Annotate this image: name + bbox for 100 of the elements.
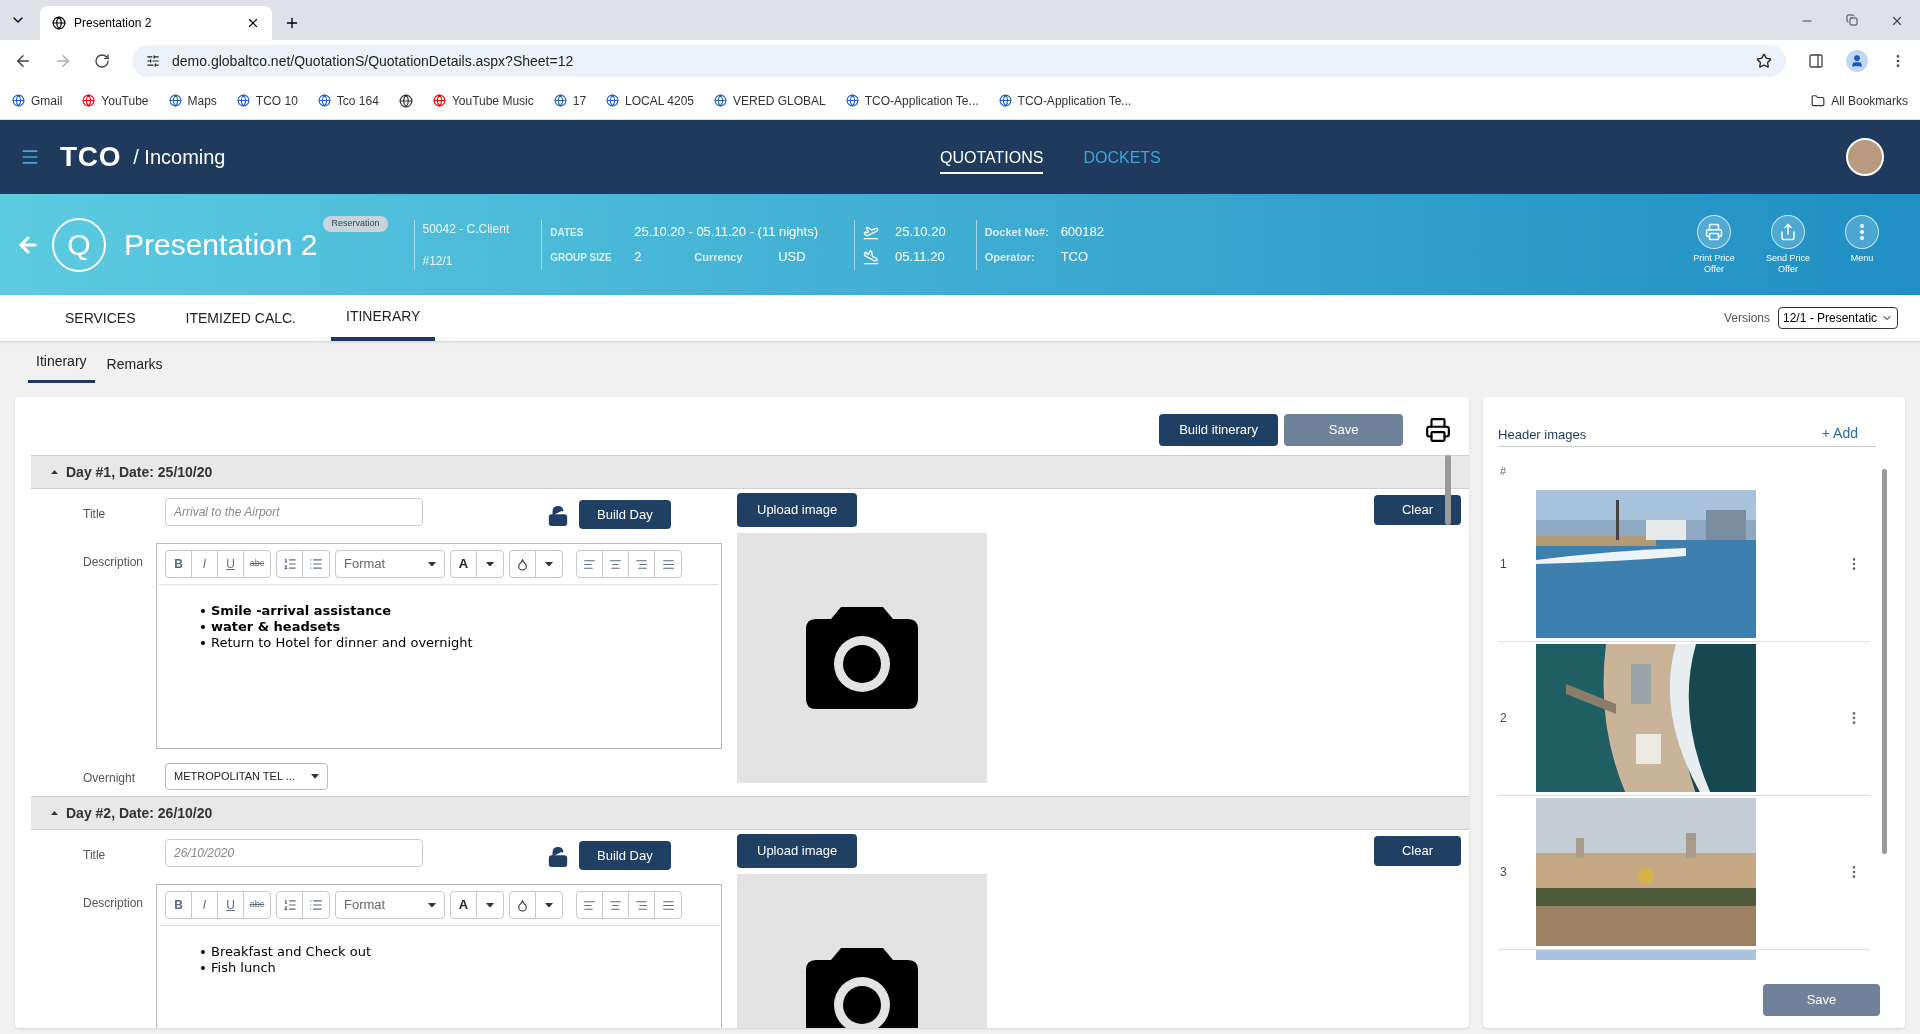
browser-tab[interactable]: Presentation 2 — [40, 6, 272, 40]
title-field[interactable]: 26/10/2020 — [165, 839, 423, 867]
upload-image-button[interactable]: Upload image — [737, 493, 858, 527]
build-day-button[interactable]: Build Day — [579, 500, 671, 529]
bookmark-link[interactable]: Maps — [168, 91, 217, 110]
close-icon[interactable] — [246, 16, 260, 30]
bold-button[interactable]: B — [166, 892, 192, 918]
image-placeholder[interactable] — [737, 533, 987, 783]
site-icon — [82, 94, 96, 107]
caret-icon — [428, 902, 436, 908]
sub-tab[interactable]: Itinerary — [28, 351, 95, 383]
menu-icon[interactable] — [20, 147, 40, 167]
italic-button[interactable]: I — [192, 892, 218, 918]
clear-button[interactable]: Clear — [1374, 495, 1462, 525]
panel-title: Header images — [1498, 425, 1587, 444]
all-bookmarks-link[interactable]: All Bookmarks — [1811, 91, 1908, 110]
description-editor[interactable]: B I U abc Format A Smile -arrival assistance water & headsets Return to Hotel for dinner and overnight — [156, 543, 722, 749]
bold-button[interactable]: B — [166, 551, 192, 577]
user-avatar[interactable] — [1846, 138, 1884, 176]
strikethrough-button[interactable]: abc — [244, 892, 270, 918]
side-panel-icon[interactable] — [1808, 53, 1824, 69]
day-header[interactable]: Day #2, Date: 26/10/20 — [31, 796, 1470, 830]
bookmark-link[interactable]: Gmail — [12, 91, 63, 110]
address-bar[interactable]: demo.globaltco.net/QuotationS/QuotationDetails.aspx?Sheet=12 — [132, 45, 1786, 77]
bookmark-link[interactable]: VERED GLOBAL — [714, 91, 826, 110]
reload-icon[interactable] — [94, 53, 110, 69]
caret-icon — [51, 810, 58, 816]
add-link[interactable]: + Add — [1821, 423, 1858, 444]
align-justify-icon — [661, 898, 675, 912]
save-button[interactable]: Save — [1284, 414, 1404, 446]
row-number: 3 — [1499, 864, 1508, 881]
site-icon — [553, 94, 567, 107]
align-right-icon — [635, 557, 648, 571]
site-icon — [432, 94, 446, 107]
caret-icon — [428, 561, 436, 567]
overnight-dropdown[interactable]: METROPOLITAN TEL ... — [165, 763, 328, 790]
versions-dropdown[interactable]: 12/1 - Presentatic — [1778, 307, 1898, 329]
unlock-icon[interactable] — [547, 505, 569, 527]
back-icon[interactable] — [14, 52, 32, 70]
scrollbar[interactable] — [1445, 455, 1452, 525]
site-icon — [845, 94, 859, 107]
numbered-list-icon — [282, 557, 297, 571]
field-label: DATES — [550, 225, 585, 240]
clear-button[interactable]: Clear — [1374, 836, 1462, 866]
underline-button[interactable]: U — [218, 551, 244, 577]
bookmark-link[interactable]: YouTube — [82, 91, 149, 110]
bookmark-link[interactable]: TCO-Application Te... — [998, 91, 1132, 110]
underline-button[interactable]: U — [218, 892, 244, 918]
globe-icon — [52, 16, 66, 30]
section-tab[interactable]: ITEMIZED CALC. — [170, 295, 311, 341]
bookmark-link[interactable]: TCO 10 — [236, 91, 298, 110]
caret-icon — [486, 902, 494, 908]
sub-tab[interactable]: Remarks — [98, 354, 171, 383]
section-tab[interactable]: SERVICES — [50, 295, 151, 341]
nav-link[interactable]: QUOTATIONS — [940, 146, 1044, 174]
site-icon — [168, 94, 182, 107]
description-item: Breakfast and Check out — [211, 944, 372, 960]
section-tab[interactable]: ITINERARY — [331, 295, 436, 341]
unlock-icon[interactable] — [547, 846, 569, 868]
caret-icon — [51, 469, 58, 475]
align-center-icon — [609, 557, 622, 571]
bookmark-link[interactable]: TCO-Application Te... — [845, 91, 979, 110]
format-dropdown[interactable]: Format — [335, 550, 445, 578]
nav-link[interactable]: DOCKETS — [1083, 146, 1161, 174]
title-field[interactable]: Arrival to the Airport — [165, 498, 423, 526]
bookmark-link[interactable]: Tco 164 — [317, 91, 379, 110]
plane-landing-icon — [863, 249, 880, 265]
strikethrough-button[interactable]: abc — [244, 551, 270, 577]
description-editor[interactable]: B I U abc Format A Breakfast and Check out Fish lunch — [156, 884, 722, 1028]
versions-label: Versions — [1723, 310, 1770, 327]
save-button[interactable]: Save — [1763, 984, 1880, 1016]
scrollbar[interactable] — [1882, 469, 1887, 854]
folder-icon — [1811, 93, 1826, 108]
bookmark-link[interactable]: 17 — [553, 91, 587, 110]
bullet-list-icon — [309, 898, 323, 912]
bullet-icon — [201, 625, 205, 629]
arrival-date: 25.10.20 — [895, 223, 946, 242]
site-icon — [12, 94, 25, 107]
field-label: Title — [83, 507, 106, 521]
globe-icon[interactable] — [398, 93, 413, 108]
day-header[interactable]: Day #1, Date: 25/10/20 — [31, 455, 1470, 489]
align-center-icon — [609, 898, 622, 912]
action-button[interactable]: Menu — [1832, 214, 1892, 275]
build-day-button[interactable]: Build Day — [579, 841, 671, 870]
close-icon[interactable] — [1890, 14, 1904, 28]
app-logo: TCO — [60, 140, 122, 174]
profile-icon[interactable] — [1846, 50, 1868, 72]
format-dropdown[interactable]: Format — [335, 891, 445, 919]
site-info-icon[interactable] — [146, 54, 160, 68]
upload-image-button[interactable]: Upload image — [737, 834, 858, 868]
build-itinerary-button[interactable]: Build itinerary — [1159, 414, 1279, 446]
italic-button[interactable]: I — [192, 551, 218, 577]
bookmark-link[interactable]: LOCAL 4205 — [606, 91, 694, 110]
align-left-icon — [583, 557, 596, 571]
print-icon[interactable] — [1425, 417, 1452, 443]
bullet-icon — [201, 950, 205, 954]
restore-icon[interactable] — [1846, 14, 1858, 26]
bookmark-star-icon[interactable] — [1756, 53, 1772, 69]
new-tab-icon[interactable] — [284, 15, 300, 31]
bookmark-link[interactable]: YouTube Music — [432, 91, 534, 110]
